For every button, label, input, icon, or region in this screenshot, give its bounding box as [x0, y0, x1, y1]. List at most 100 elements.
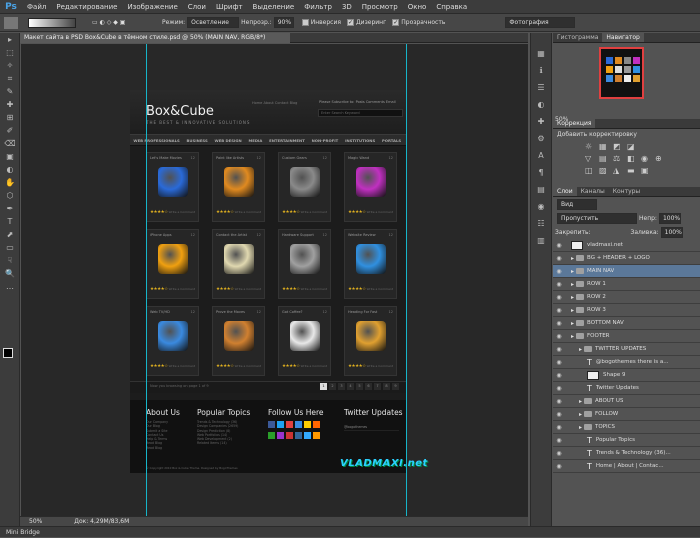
menu-item[interactable]: Изображение	[122, 0, 182, 14]
visibility-eye-icon[interactable]: ◉	[553, 398, 565, 405]
expand-arrow-icon[interactable]: ▸	[579, 398, 582, 405]
panel-icon[interactable]: ⚙	[531, 132, 551, 145]
tool-icon[interactable]: ◐	[0, 163, 20, 176]
gradient-type-icons[interactable]: ▭ ◐ ◇ ◆ ▣	[92, 19, 162, 26]
layer-row[interactable]: ◉ ▸ TOPICS	[553, 421, 700, 434]
menu-item[interactable]: Шрифт	[211, 0, 248, 14]
vibrance-icon[interactable]: ▽	[585, 154, 597, 163]
menu-item[interactable]: Файл	[22, 0, 51, 14]
document-tab[interactable]: Макет сайта в PSD Box&Cube в тёмном стил…	[20, 33, 290, 43]
tool-icon[interactable]: ✋	[0, 176, 20, 189]
opacity-input[interactable]: 90%	[273, 17, 294, 28]
tool-icon[interactable]: ⬈	[0, 228, 20, 241]
menu-item[interactable]: 3D	[337, 0, 357, 14]
tool-preset-icon[interactable]	[4, 16, 18, 29]
visibility-eye-icon[interactable]: ◉	[553, 385, 565, 392]
expand-arrow-icon[interactable]: ▸	[571, 268, 574, 275]
tool-icon[interactable]: ▣	[0, 150, 20, 163]
menu-item[interactable]: Просмотр	[357, 0, 403, 14]
tool-icon[interactable]: 🔍	[0, 267, 20, 280]
visibility-eye-icon[interactable]: ◉	[553, 437, 565, 444]
colorbal-icon[interactable]: ⚖	[613, 154, 625, 163]
dither-checkbox[interactable]: ✓	[346, 19, 354, 26]
panel-icon[interactable]: ☰	[531, 81, 551, 94]
tool-icon[interactable]: ⬚	[0, 46, 20, 59]
brightness-icon[interactable]: ☼	[585, 142, 597, 151]
menu-item[interactable]: Редактирование	[51, 0, 122, 14]
selcolor-icon[interactable]: ▣	[641, 166, 653, 175]
expand-arrow-icon[interactable]: ▸	[571, 294, 574, 301]
visibility-eye-icon[interactable]: ◉	[553, 450, 565, 457]
visibility-eye-icon[interactable]: ◉	[553, 346, 565, 353]
tab-channels[interactable]: Каналы	[577, 187, 609, 196]
layer-row[interactable]: ◉ ▸ MAIN NAV	[553, 265, 700, 278]
tool-icon[interactable]: ☟	[0, 254, 20, 267]
tool-icon[interactable]: ⌫	[0, 137, 20, 150]
panel-icon[interactable]: ◐	[531, 98, 551, 111]
tab-navigator[interactable]: Навигатор	[602, 33, 644, 42]
tool-icon[interactable]: ✧	[0, 59, 20, 72]
menu-item[interactable]: Слои	[183, 0, 211, 14]
visibility-eye-icon[interactable]: ◉	[553, 424, 565, 431]
guide-line-right[interactable]	[406, 44, 407, 516]
tool-icon[interactable]: ⌗	[0, 72, 20, 85]
foreground-color-swatch[interactable]	[3, 348, 13, 358]
layer-row[interactable]: ◉ ▸ ROW 3	[553, 304, 700, 317]
layer-row[interactable]: ◉ ▸ ABOUT US	[553, 395, 700, 408]
levels-icon[interactable]: ▦	[599, 142, 611, 151]
panel-icon[interactable]: ▤	[531, 183, 551, 196]
navigator-thumbnail[interactable]	[599, 47, 644, 99]
layer-row[interactable]: ◉ T Twitter Updates	[553, 382, 700, 395]
layer-row[interactable]: ◉ ▸ BG + HEADER + LOGO	[553, 252, 700, 265]
threshold-icon[interactable]: ◮	[613, 166, 625, 175]
expand-arrow-icon[interactable]: ▸	[571, 320, 574, 327]
layer-row[interactable]: ◉ ▸ FOOTER	[553, 330, 700, 343]
layer-kind-select[interactable]: Вид	[557, 198, 597, 210]
tool-icon[interactable]: ▸	[0, 33, 20, 46]
gradmap-icon[interactable]: ▬	[627, 166, 639, 175]
visibility-eye-icon[interactable]: ◉	[553, 281, 565, 288]
workspace-select[interactable]: Фотография	[505, 17, 576, 28]
layer-row[interactable]: ◉ vladmaxi.net	[553, 239, 700, 252]
layer-row[interactable]: ◉ T Home | About | Contac...	[553, 460, 700, 473]
layer-row[interactable]: ◉ Shape 9	[553, 369, 700, 382]
visibility-eye-icon[interactable]: ◉	[553, 333, 565, 340]
visibility-eye-icon[interactable]: ◉	[553, 255, 565, 262]
panel-icon[interactable]: ☷	[531, 217, 551, 230]
panel-icon[interactable]: ¶	[531, 166, 551, 179]
layer-row[interactable]: ◉ T @bogothemes there is a...	[553, 356, 700, 369]
panel-icon[interactable]: ▦	[531, 47, 551, 60]
visibility-eye-icon[interactable]: ◉	[553, 320, 565, 327]
expand-arrow-icon[interactable]: ▸	[571, 307, 574, 314]
layer-row[interactable]: ◉ ▸ BOTTOM NAV	[553, 317, 700, 330]
expand-arrow-icon[interactable]: ▸	[579, 424, 582, 431]
mixer-icon[interactable]: ⊕	[655, 154, 667, 163]
visibility-eye-icon[interactable]: ◉	[553, 294, 565, 301]
tab-layers[interactable]: Слои	[553, 187, 577, 196]
transparency-checkbox[interactable]: ✓	[392, 19, 400, 26]
visibility-eye-icon[interactable]: ◉	[553, 307, 565, 314]
expand-arrow-icon[interactable]: ▸	[579, 411, 582, 418]
tool-icon[interactable]: ▭	[0, 241, 20, 254]
panel-icon[interactable]: ◉	[531, 200, 551, 213]
tool-icon[interactable]: ⬡	[0, 189, 20, 202]
huesat-icon[interactable]: ▤	[599, 154, 611, 163]
expand-arrow-icon[interactable]: ▸	[571, 281, 574, 288]
layer-row[interactable]: ◉ ▸ TWITTER UPDATES	[553, 343, 700, 356]
visibility-eye-icon[interactable]: ◉	[553, 268, 565, 275]
inverse-checkbox[interactable]	[301, 19, 309, 26]
tool-icon[interactable]: …	[0, 280, 20, 293]
bw-icon[interactable]: ◧	[627, 154, 639, 163]
visibility-eye-icon[interactable]: ◉	[553, 242, 565, 249]
layer-row[interactable]: ◉ ▸ ROW 1	[553, 278, 700, 291]
panel-icon[interactable]: A	[531, 149, 551, 162]
tool-icon[interactable]: T	[0, 215, 20, 228]
tab-paths[interactable]: Контуры	[609, 187, 644, 196]
panel-icon[interactable]: ✚	[531, 115, 551, 128]
menu-item[interactable]: Фильтр	[299, 0, 337, 14]
menu-item[interactable]: Окно	[403, 0, 432, 14]
layer-row[interactable]: ◉ T Trends & Technology (36)...	[553, 447, 700, 460]
mini-bridge-bar[interactable]: Mini Bridge	[0, 526, 700, 537]
menu-item[interactable]: Справка	[431, 0, 472, 14]
visibility-eye-icon[interactable]: ◉	[553, 359, 565, 366]
